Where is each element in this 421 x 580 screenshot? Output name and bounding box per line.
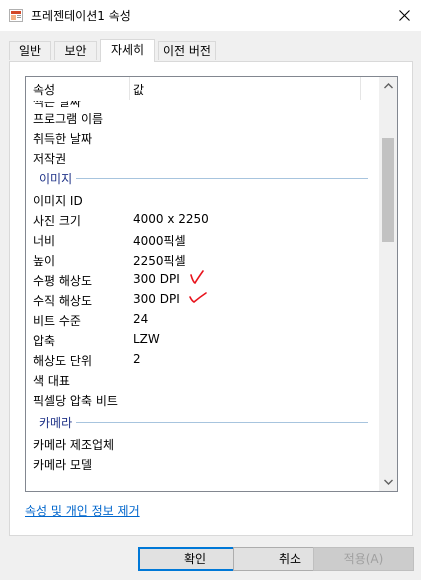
list-item[interactable]: 압축 LZW [26,329,378,349]
group-title: 이미지 [39,170,77,187]
group-title: 카메라 [39,414,77,431]
list-item[interactable]: 카메라 제조업체 [26,433,378,453]
remove-properties-link[interactable]: 속성 및 개인 정보 제거 [25,502,140,519]
property-value: 24 [133,312,149,326]
group-divider-line [39,178,368,179]
property-value: LZW [133,332,160,346]
property-name: 저작권 [33,152,67,166]
details-panel: 속성 값 찍은 날짜 프로그램 이름 취득한 날짜 저작권 이미지 이미지 ID… [9,61,413,536]
property-value: 4000 x 2250 [133,212,209,226]
property-name: 픽셀당 압축 비트 [33,394,118,408]
tab-details[interactable]: 자세히 [100,39,155,62]
chevron-down-icon [383,479,393,485]
column-header-property[interactable]: 속성 [33,81,55,98]
list-item[interactable]: 비트 수준 24 [26,309,378,329]
list-item[interactable]: 카메라 모델 [26,453,378,473]
list-item[interactable]: 높이 2250픽셀 [26,249,378,269]
list-item[interactable]: 사진 크기 4000 x 2250 [26,209,378,229]
list-item[interactable]: 이미지 ID [26,189,378,209]
scroll-up-button[interactable] [379,77,397,95]
list-item[interactable]: 수평 해상도 300 DPI [26,269,378,289]
tab-previous-versions[interactable]: 이전 버전 [158,41,216,60]
list-header: 속성 값 [26,77,378,101]
property-name: 사진 크기 [33,214,81,228]
red-checkmark-icon [190,270,204,285]
property-name: 취득한 날짜 [33,132,93,146]
title-bar: 프레젠테이션1 속성 [0,0,421,31]
close-button[interactable] [387,0,421,31]
tab-general[interactable]: 일반 [9,41,51,60]
property-name: 카메라 모델 [33,458,93,472]
property-value: 4000픽셀 [133,234,186,248]
list-item[interactable]: 수직 해상도 300 DPI [26,289,378,309]
list-item[interactable]: 픽셀당 압축 비트 [26,389,378,409]
property-name: 압축 [33,334,56,348]
property-name: 비트 수준 [33,314,81,328]
list-item[interactable]: 너비 4000픽셀 [26,229,378,249]
property-name: 이미지 ID [33,194,83,208]
list-item[interactable]: 저작권 [26,147,378,167]
chevron-up-icon [383,83,393,89]
property-value: 300 DPI [133,292,180,306]
tab-security[interactable]: 보안 [54,41,97,60]
group-divider-line [39,422,368,423]
list-item[interactable]: 색 대표 [26,369,378,389]
property-name: 수평 해상도 [33,274,93,288]
list-item[interactable]: 해상도 단위 2 [26,349,378,369]
vertical-scrollbar[interactable] [379,77,397,491]
property-value: 300 DPI [133,272,180,286]
column-divider[interactable] [360,77,361,100]
tab-strip: 일반 보안 자세히 이전 버전 [9,39,413,62]
property-name: 수직 해상도 [33,294,93,308]
property-value: 2 [133,352,141,366]
group-header-camera[interactable]: 카메라 [26,411,378,431]
list-item[interactable]: 프로그램 이름 [26,107,378,127]
window-title: 프레젠테이션1 속성 [31,9,131,23]
scroll-thumb[interactable] [382,138,394,242]
red-checkmark-icon [189,292,207,303]
column-header-value[interactable]: 값 [133,81,144,98]
column-divider[interactable] [129,77,130,100]
close-icon [398,10,410,21]
apply-button[interactable]: 적용(A) [313,547,414,571]
list-item[interactable]: 취득한 날짜 [26,127,378,147]
list-body: 찍은 날짜 프로그램 이름 취득한 날짜 저작권 이미지 이미지 ID 사진 크… [26,101,378,491]
property-name: 높이 [33,254,56,268]
property-name: 해상도 단위 [33,354,93,368]
property-list[interactable]: 속성 값 찍은 날짜 프로그램 이름 취득한 날짜 저작권 이미지 이미지 ID… [25,76,398,492]
property-name: 색 대표 [33,374,70,388]
powerpoint-document-icon [9,9,23,22]
group-header-image[interactable]: 이미지 [26,167,378,187]
property-value: 2250픽셀 [133,254,186,268]
property-name: 너비 [33,234,56,248]
property-name: 카메라 제조업체 [33,438,115,452]
property-name: 프로그램 이름 [33,112,104,126]
scroll-down-button[interactable] [379,473,397,491]
